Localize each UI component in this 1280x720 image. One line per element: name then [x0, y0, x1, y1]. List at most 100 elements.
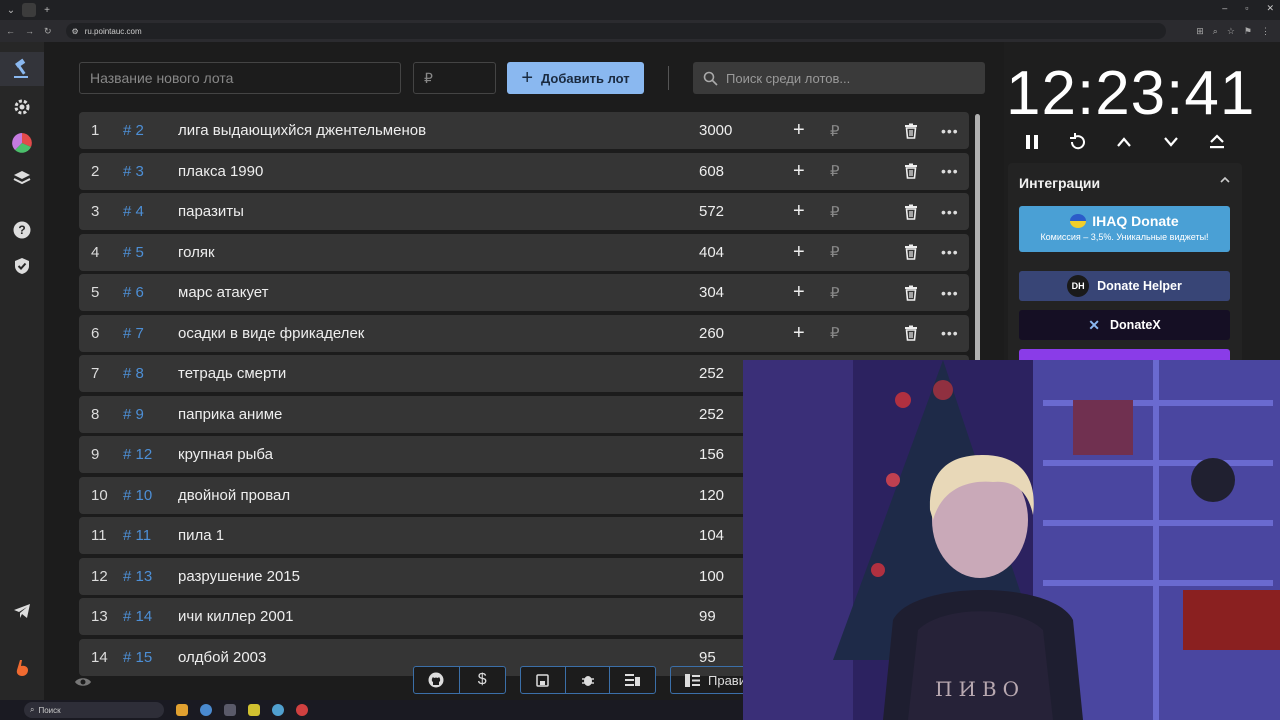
lot-number: 6: [91, 324, 100, 342]
menu-dots-icon[interactable]: ⋮: [1261, 26, 1270, 37]
add-amount-icon[interactable]: +: [793, 281, 805, 304]
zoom-icon[interactable]: ⌕: [1213, 26, 1218, 37]
lot-number: 10: [91, 486, 108, 504]
lot-row: 5 # 6 марс атакует 304 + ₽ •••: [79, 274, 969, 311]
lot-name[interactable]: плакса 1990: [178, 163, 263, 180]
rules-button[interactable]: Прави: [670, 666, 750, 694]
taskbar-app-telegram[interactable]: [272, 704, 284, 716]
collapse-chevron-icon[interactable]: [1220, 175, 1230, 187]
bug-report-button[interactable]: [566, 667, 611, 693]
more-options-icon[interactable]: •••: [941, 325, 959, 341]
lot-row: 6 # 7 осадки в виде фрикаделек 260 + ₽ •••: [79, 314, 969, 352]
ihaq-donate-button[interactable]: IHAQ Donate Комиссия – 3,5%. Уникальные …: [1019, 206, 1230, 252]
sidebar-item-wheel[interactable]: [10, 131, 34, 155]
forward-icon[interactable]: →: [25, 26, 34, 37]
save-button[interactable]: [521, 667, 566, 693]
sidebar-item-boosty[interactable]: [10, 656, 34, 680]
tab-search-icon[interactable]: ⌄: [4, 3, 18, 17]
add-time-button[interactable]: [1112, 130, 1136, 154]
lot-name[interactable]: осадки в виде фрикаделек: [178, 325, 364, 342]
plus-icon: +: [521, 66, 534, 89]
more-options-icon[interactable]: •••: [941, 244, 959, 260]
add-amount-icon[interactable]: +: [793, 241, 805, 264]
trash-icon[interactable]: [903, 123, 919, 139]
lot-name[interactable]: тетрадь смерти: [178, 365, 286, 382]
lot-name[interactable]: лига выдающихйся джентельменов: [178, 122, 426, 139]
trash-icon[interactable]: [903, 285, 919, 301]
github-button[interactable]: [414, 667, 460, 693]
lot-name[interactable]: голяк: [178, 244, 215, 261]
sidebar-item-auction[interactable]: [0, 52, 44, 86]
add-lot-button[interactable]: + Добавить лот: [507, 62, 644, 94]
donate-helper-button[interactable]: DH Donate Helper: [1019, 271, 1230, 301]
reset-timer-button[interactable]: [1066, 130, 1090, 154]
more-options-icon[interactable]: •••: [941, 123, 959, 139]
lot-number: 1: [91, 122, 100, 139]
close-window-icon[interactable]: ✕: [1266, 3, 1274, 14]
sidebar-item-history[interactable]: [10, 166, 34, 190]
sidebar-item-help[interactable]: ?: [10, 218, 34, 242]
lot-number: 11: [91, 527, 107, 544]
taskbar-app-chrome-active[interactable]: [224, 704, 236, 716]
translate-icon[interactable]: ⊞: [1196, 26, 1204, 37]
taskbar-app-chrome[interactable]: [200, 704, 212, 716]
donatex-button[interactable]: ✕ DonateX: [1019, 310, 1230, 340]
boosty-icon: [16, 660, 28, 676]
back-icon[interactable]: ←: [6, 26, 15, 37]
trash-icon[interactable]: [903, 163, 919, 179]
extension-icon[interactable]: ⚑: [1244, 26, 1252, 37]
lot-search-input[interactable]: Поиск среди лотов...: [693, 62, 985, 94]
taskbar-search[interactable]: ⌕ Поиск: [24, 702, 164, 718]
more-options-icon[interactable]: •••: [941, 285, 959, 301]
sidebar-item-privacy[interactable]: [10, 254, 34, 278]
lot-name[interactable]: марс атакует: [178, 284, 269, 301]
add-amount-icon[interactable]: +: [793, 119, 805, 142]
more-options-icon[interactable]: •••: [941, 204, 959, 220]
lot-name[interactable]: олдбой 2003: [178, 649, 266, 666]
double-time-button[interactable]: [1205, 130, 1229, 154]
lot-name[interactable]: разрушение 2015: [178, 568, 300, 585]
lot-name[interactable]: паразиты: [178, 203, 244, 220]
taskbar-app-folder[interactable]: [176, 704, 188, 716]
lot-amount-input[interactable]: ₽: [413, 62, 496, 94]
clear-lots-button[interactable]: [610, 667, 655, 693]
minimize-icon[interactable]: –: [1222, 3, 1227, 14]
add-amount-icon[interactable]: +: [793, 322, 805, 345]
amount-currency: ₽: [830, 203, 840, 221]
lot-amount: 120: [699, 486, 725, 504]
trash-icon[interactable]: [903, 244, 919, 260]
lot-name[interactable]: паприка аниме: [178, 406, 282, 423]
lot-name-input[interactable]: Название нового лота: [79, 62, 401, 94]
subtract-time-button[interactable]: [1159, 130, 1183, 154]
sidebar-item-telegram[interactable]: [10, 599, 34, 623]
lot-id: # 3: [123, 162, 144, 180]
trash-icon[interactable]: [903, 204, 919, 220]
lot-amount: 99: [699, 608, 716, 625]
add-amount-icon[interactable]: +: [793, 200, 805, 223]
chevron-down-icon: [1164, 137, 1178, 147]
trash-icon[interactable]: [903, 325, 919, 341]
maximize-icon[interactable]: ▫: [1245, 3, 1248, 14]
add-amount-icon[interactable]: +: [793, 160, 805, 183]
sidebar-item-settings[interactable]: [10, 95, 34, 119]
bookmark-star-icon[interactable]: ☆: [1227, 26, 1235, 37]
more-options-icon[interactable]: •••: [941, 163, 959, 179]
donate-button[interactable]: $: [460, 667, 506, 693]
browser-tab[interactable]: [22, 3, 36, 17]
taskbar-app-misc[interactable]: [248, 704, 260, 716]
pause-button[interactable]: [1020, 130, 1044, 154]
taskbar-search-label: Поиск: [38, 705, 61, 715]
window-controls: – ▫ ✕: [1222, 3, 1274, 14]
lot-name[interactable]: двойной провал: [178, 487, 290, 504]
taskbar-app-obs[interactable]: [296, 704, 308, 716]
lot-amount: 608: [699, 162, 725, 180]
search-placeholder: Поиск среди лотов...: [726, 70, 851, 86]
url-field[interactable]: ⚙ ru.pointauc.com: [65, 23, 1166, 39]
eye-icon[interactable]: [74, 676, 92, 688]
lot-name[interactable]: крупная рыба: [178, 446, 273, 463]
reload-icon[interactable]: ↻: [44, 26, 52, 37]
lot-name[interactable]: ичи киллер 2001: [178, 608, 293, 625]
lot-name[interactable]: пила 1: [178, 527, 224, 544]
new-tab-button[interactable]: +: [40, 3, 54, 17]
site-info-icon[interactable]: ⚙: [72, 27, 79, 36]
